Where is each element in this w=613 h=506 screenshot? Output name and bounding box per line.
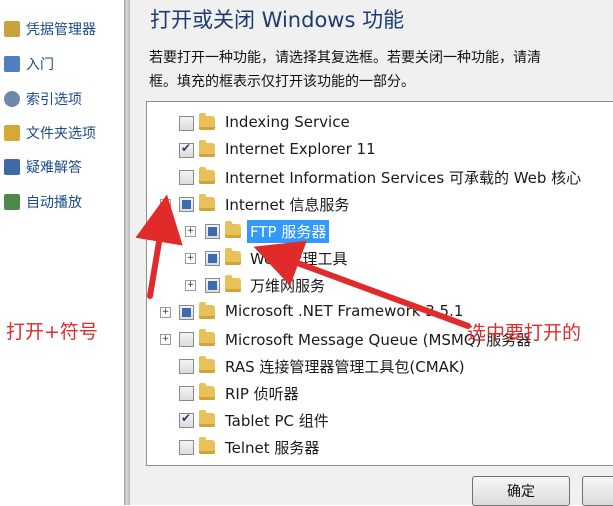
- annotation-arrows: [135, 194, 471, 329]
- annotation-arrow-left: [135, 194, 183, 299]
- annotation-arrow-right: [253, 240, 471, 329]
- annotation-select-to-open: 选中要打开的: [467, 322, 582, 344]
- annotation-open-plus: 打开+符号: [6, 321, 98, 343]
